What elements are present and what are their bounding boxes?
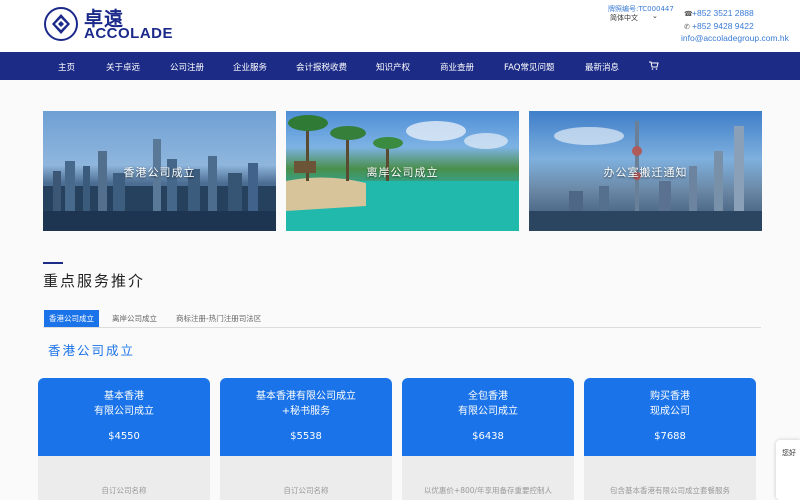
tab-hk-company[interactable]: 香港公司成立 xyxy=(44,310,99,327)
card-description: 以优惠价+800/年享用备存重要控制人 xyxy=(423,486,553,495)
card-description: 包含基本香港有限公司成立套餐服务 xyxy=(610,486,730,495)
card-title: 购买香港 现成公司 xyxy=(650,391,690,417)
logo-icon[interactable] xyxy=(44,7,78,41)
banner-hk-company[interactable]: 香港公司成立 xyxy=(43,111,276,231)
nav-item-faq[interactable]: FAQ常见问题 xyxy=(504,61,554,73)
service-card[interactable]: 基本香港有限公司成立 +秘书服务 $5538 自订公司名称 xyxy=(220,378,392,500)
nav-item-business-search[interactable]: 商业查册 xyxy=(440,61,474,73)
nav-item-accounting-tax[interactable]: 会计报税收费 xyxy=(296,61,347,73)
tab-trademark[interactable]: 商标注册-热门注册司法区 xyxy=(171,310,266,327)
tabs-divider xyxy=(43,327,761,328)
phone-number-2[interactable]: +852 9428 9422 xyxy=(692,21,754,31)
cart-icon[interactable] xyxy=(649,61,659,73)
phone-icon: ☎ xyxy=(684,11,693,18)
section-divider xyxy=(43,262,63,264)
service-card[interactable]: 全包香港 有限公司成立 $6438 以优惠价+800/年享用备存重要控制人 xyxy=(402,378,574,500)
service-card[interactable]: 购买香港 现成公司 $7688 包含基本香港有限公司成立套餐服务 xyxy=(584,378,756,500)
nav-item-company-registration[interactable]: 公司注册 xyxy=(170,61,204,73)
card-title: 基本香港有限公司成立 +秘书服务 xyxy=(256,391,356,417)
language-selector[interactable]: 简体中文 xyxy=(610,13,638,23)
chat-widget-label[interactable]: 您好 xyxy=(782,448,796,458)
banner-office-relocation[interactable]: 办公室搬迁通知 xyxy=(529,111,762,231)
chevron-down-icon[interactable]: ⌄ xyxy=(652,12,658,20)
card-title: 全包香港 有限公司成立 xyxy=(458,391,518,417)
card-description: 自订公司名称 xyxy=(101,486,147,495)
nav-item-home[interactable]: 主页 xyxy=(58,61,75,73)
card-price: $4550 xyxy=(108,431,140,442)
whatsapp-icon: ✆ xyxy=(684,24,690,31)
banner-label: 办公室搬迁通知 xyxy=(603,166,688,179)
section-title: 重点服务推介 xyxy=(43,272,146,290)
nav-item-corporate-services[interactable]: 企业服务 xyxy=(233,61,267,73)
card-description: 自订公司名称 xyxy=(283,486,329,495)
email-link[interactable]: info@accoladegroup.com.hk xyxy=(681,33,789,43)
phone-contact-1[interactable]: ☎+852 3521 2888 xyxy=(684,8,754,18)
card-price: $6438 xyxy=(472,431,504,442)
site-header: 卓遠 ACCOLADE 牌照编号:TC000447 简体中文 ⌄ ☎+852 3… xyxy=(0,0,800,52)
card-price: $5538 xyxy=(290,431,322,442)
card-title: 基本香港 有限公司成立 xyxy=(94,391,154,417)
nav-item-about[interactable]: 关于卓远 xyxy=(106,61,140,73)
card-price: $7688 xyxy=(654,431,686,442)
banner-label: 香港公司成立 xyxy=(123,166,196,179)
main-nav: 主页 关于卓远 公司注册 企业服务 会计报税收费 知识产权 商业查册 FAQ常见… xyxy=(0,52,800,80)
logo-english-name[interactable]: ACCOLADE xyxy=(84,25,173,42)
nav-item-news[interactable]: 最新消息 xyxy=(585,61,619,73)
banner-label: 离岸公司成立 xyxy=(366,166,439,179)
phone-number-1[interactable]: +852 3521 2888 xyxy=(692,8,754,18)
banner-offshore-company[interactable]: 离岸公司成立 xyxy=(286,111,519,231)
nav-item-intellectual-property[interactable]: 知识产权 xyxy=(376,61,410,73)
whatsapp-contact[interactable]: ✆ +852 9428 9422 xyxy=(684,21,754,31)
tab-offshore-company[interactable]: 离岸公司成立 xyxy=(107,310,162,327)
tab-content-title: 香港公司成立 xyxy=(48,343,136,358)
service-card[interactable]: 基本香港 有限公司成立 $4550 自订公司名称 xyxy=(38,378,210,500)
